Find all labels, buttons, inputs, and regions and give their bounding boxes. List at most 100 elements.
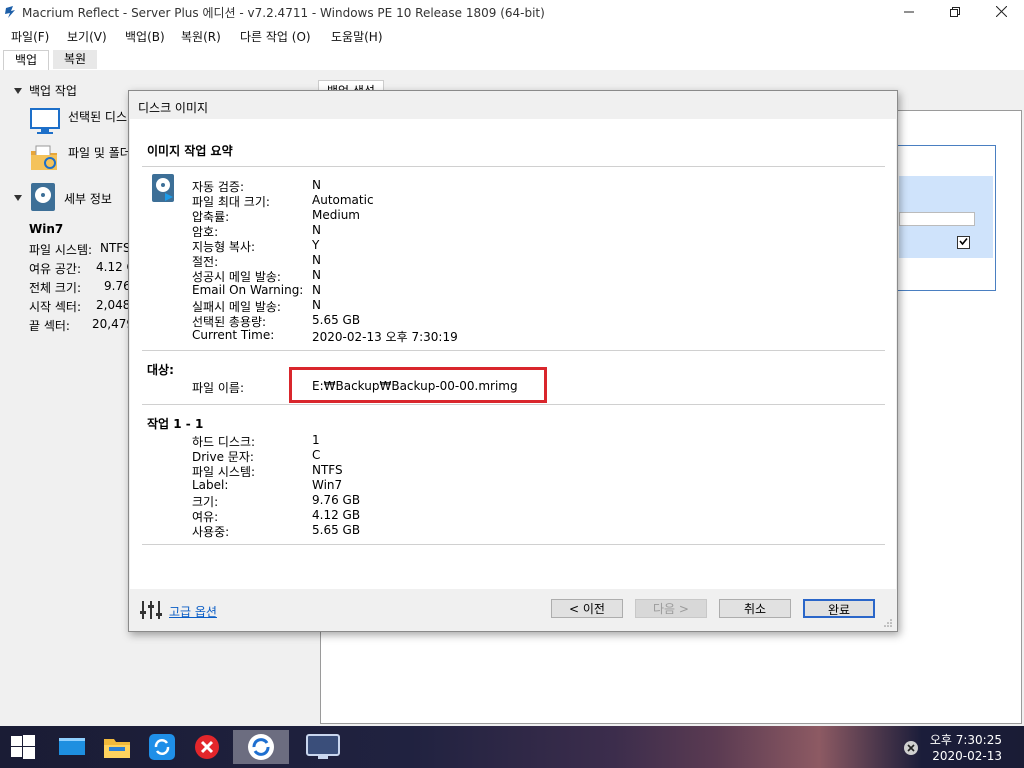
disk-image-icon bbox=[152, 174, 174, 202]
windows-start-icon bbox=[11, 735, 35, 759]
summary-value: N bbox=[312, 253, 321, 267]
files-folders-icon bbox=[31, 145, 57, 170]
summary-value: N bbox=[312, 283, 321, 297]
separator bbox=[142, 166, 885, 167]
detail-label: 여유 공간: bbox=[29, 262, 82, 276]
file-explorer-icon bbox=[104, 739, 130, 758]
backup-tasks-header: 백업 작업 bbox=[29, 84, 77, 98]
macrium-update-icon bbox=[149, 734, 175, 760]
menu-restore[interactable]: 복원(R) bbox=[181, 28, 221, 45]
cancel-button[interactable]: 취소 bbox=[719, 599, 791, 618]
details-header: 세부 정보 bbox=[64, 192, 112, 206]
task-files-and-folders[interactable]: 파일 및 폴더 bbox=[68, 144, 131, 161]
summary-value: N bbox=[312, 268, 321, 282]
close-icon bbox=[995, 5, 1007, 18]
prev-button[interactable]: < 이전 bbox=[551, 599, 623, 618]
app-icon bbox=[5, 6, 15, 18]
partition-checkbox[interactable] bbox=[957, 236, 970, 249]
detail-label: 파일 시스템: bbox=[29, 243, 93, 257]
job-value: NTFS bbox=[312, 463, 343, 477]
job-value: Win7 bbox=[312, 478, 343, 492]
summary-label: Current Time: bbox=[192, 328, 275, 342]
window-title: Macrium Reflect - Server Plus 에디션 - v7.2… bbox=[22, 6, 545, 20]
macrium-reflect-icon bbox=[248, 734, 274, 760]
menu-view[interactable]: 보기(V) bbox=[67, 28, 107, 45]
separator bbox=[142, 544, 885, 545]
job-label: 사용중: bbox=[192, 525, 230, 539]
clock-time[interactable]: 오후 7:30:25 bbox=[924, 731, 1002, 748]
advanced-options-icon bbox=[140, 601, 162, 619]
highlight-box bbox=[289, 367, 547, 403]
job-value: 1 bbox=[312, 433, 320, 447]
taskbar-update[interactable] bbox=[141, 730, 183, 764]
detail-value: 9.76 bbox=[104, 279, 131, 293]
taskbar-monitor[interactable] bbox=[295, 730, 351, 764]
menu-other-tasks[interactable]: 다른 작업 (O) bbox=[240, 28, 311, 45]
summary-value: N bbox=[312, 223, 321, 237]
check-icon bbox=[959, 237, 968, 246]
taskbar-explorer[interactable] bbox=[96, 730, 138, 764]
job-value: 9.76 GB bbox=[312, 493, 361, 507]
taskbar-desktop[interactable] bbox=[51, 730, 93, 764]
menu-help[interactable]: 도움말(H) bbox=[331, 28, 383, 45]
start-button[interactable] bbox=[2, 730, 44, 764]
taskbar: 오후 7:30:25 2020-02-13 bbox=[0, 726, 1024, 768]
target-label: 파일 이름: bbox=[192, 381, 245, 395]
minimize-icon bbox=[904, 11, 914, 13]
close-red-icon bbox=[195, 735, 219, 759]
detail-label: 시작 섹터: bbox=[29, 300, 82, 314]
summary-value: N bbox=[312, 298, 321, 312]
dialog-title: 디스크 이미지 bbox=[138, 101, 209, 115]
summary-value: Automatic bbox=[312, 193, 374, 207]
disk-image-dialog: 디스크 이미지 이미지 작업 요약 자동 검증: N 파일 최대 크기: Aut… bbox=[128, 90, 898, 632]
clock-date[interactable]: 2020-02-13 bbox=[924, 749, 1002, 763]
tab-backup[interactable]: 백업 bbox=[3, 50, 50, 70]
collapse-icon[interactable] bbox=[14, 88, 22, 94]
partition-bar bbox=[899, 212, 975, 226]
task-image-selected-disks[interactable]: 선택된 디스 bbox=[68, 108, 127, 125]
job-header: 작업 1 - 1 bbox=[147, 417, 204, 431]
menu-backup[interactable]: 백업(B) bbox=[125, 28, 165, 45]
collapse-details-icon[interactable] bbox=[14, 195, 22, 201]
tab-restore[interactable]: 복원 bbox=[53, 50, 98, 69]
taskbar-close-app[interactable] bbox=[186, 730, 228, 764]
separator bbox=[142, 404, 885, 405]
advanced-options-link[interactable]: 고급 옵션 bbox=[169, 603, 217, 620]
job-value: 4.12 GB bbox=[312, 508, 361, 522]
minimize-button[interactable] bbox=[886, 0, 932, 24]
summary-label: Email On Warning: bbox=[192, 283, 304, 297]
finish-button[interactable]: 완료 bbox=[803, 599, 875, 618]
restore-icon bbox=[950, 7, 960, 17]
summary-header: 이미지 작업 요약 bbox=[147, 144, 233, 158]
monitor-icon bbox=[30, 108, 60, 134]
job-value: 5.65 GB bbox=[312, 523, 361, 537]
restore-button[interactable] bbox=[932, 0, 978, 24]
detail-label: 전체 크기: bbox=[29, 281, 82, 295]
disk-frame bbox=[894, 145, 996, 291]
summary-value: Medium bbox=[312, 208, 360, 222]
target-header: 대상: bbox=[147, 363, 174, 377]
summary-value: Y bbox=[312, 238, 320, 252]
volume-name: Win7 bbox=[29, 222, 64, 236]
detail-label: 끝 섹터: bbox=[29, 319, 70, 333]
detail-value: 2,048 bbox=[96, 298, 131, 312]
close-button[interactable] bbox=[978, 0, 1024, 24]
tray-close-icon[interactable] bbox=[904, 741, 918, 755]
summary-value: N bbox=[312, 178, 321, 192]
menu-bar: 파일(F) 보기(V) 백업(B) 복원(R) 다른 작업 (O) 도움말(H) bbox=[0, 24, 1024, 48]
next-button[interactable]: 다음 > bbox=[635, 599, 707, 618]
disk-icon bbox=[31, 183, 55, 211]
menu-file[interactable]: 파일(F) bbox=[11, 28, 49, 45]
job-label: Label: bbox=[192, 478, 229, 492]
detail-value: NTFS bbox=[100, 241, 131, 255]
monitor-icon bbox=[306, 734, 340, 759]
summary-pane: 이미지 작업 요약 자동 검증: N 파일 최대 크기: Automatic 압… bbox=[130, 119, 896, 589]
title-bar: Macrium Reflect - Server Plus 에디션 - v7.2… bbox=[0, 0, 1024, 24]
summary-value: 5.65 GB bbox=[312, 313, 361, 327]
main-tabs: 백업 복원 bbox=[0, 48, 1024, 70]
resize-grip-icon[interactable] bbox=[883, 618, 893, 628]
separator bbox=[142, 350, 885, 351]
summary-value: 2020-02-13 오후 7:30:19 bbox=[312, 330, 458, 344]
taskbar-macrium-reflect[interactable] bbox=[233, 730, 289, 764]
job-value: C bbox=[312, 448, 321, 462]
